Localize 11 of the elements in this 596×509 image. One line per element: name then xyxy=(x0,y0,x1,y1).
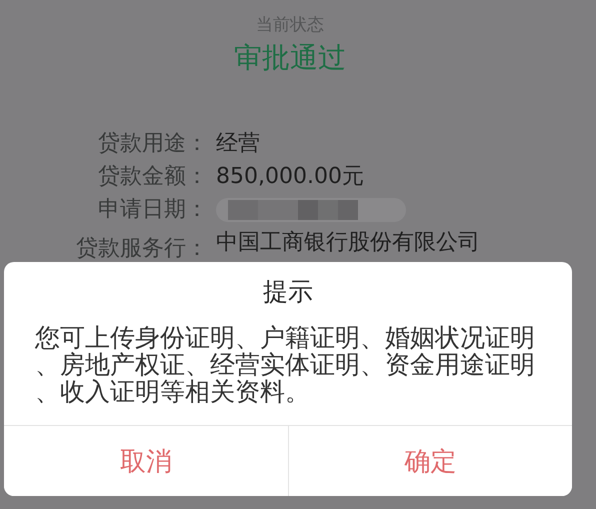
status-value: 审批通过 xyxy=(234,40,346,76)
field-value: 经营 xyxy=(216,130,261,158)
field-value: 850,000.00元 xyxy=(216,163,365,191)
field-label: 贷款金额： xyxy=(97,163,208,191)
field-value: 中国工商银行股份有限公司 xyxy=(216,229,481,257)
field-label: 申请日期： xyxy=(97,196,208,224)
dialog-message: 您可上传身份证明、户籍证明、婚姻状况证明、房地产权证、经营实体证明、资金用途证明、收入证明等相关资料。 xyxy=(35,324,536,405)
field-label: 贷款服务行： xyxy=(75,235,208,263)
field-label: 贷款用途： xyxy=(97,130,208,158)
dialog-title: 提示 xyxy=(263,276,313,308)
cancel-button[interactable]: 取消 xyxy=(4,426,288,496)
